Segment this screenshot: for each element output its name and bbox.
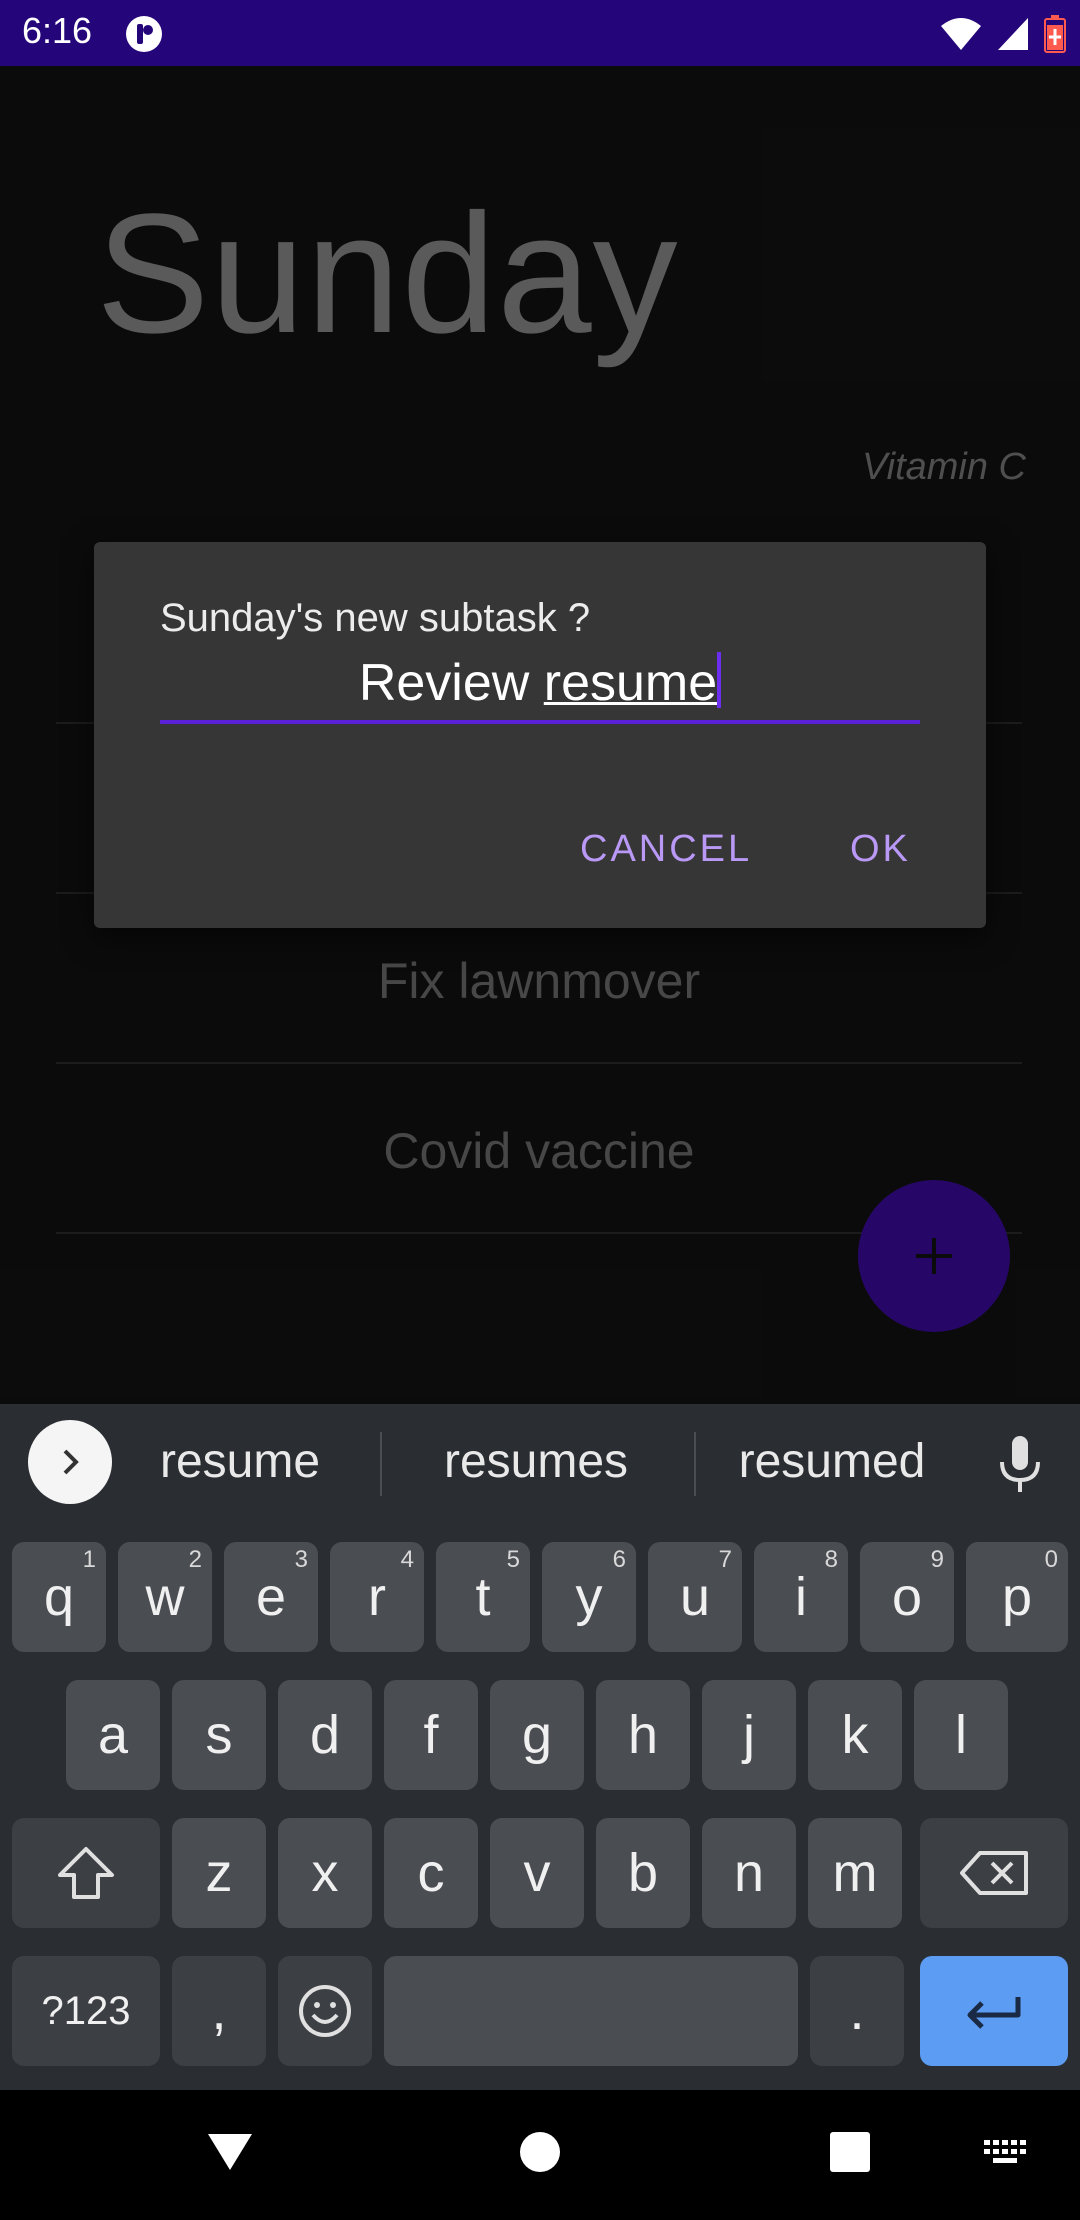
key-p[interactable]: p0 [966, 1542, 1068, 1652]
subtask-input[interactable]: Review resume [160, 652, 920, 724]
back-icon[interactable] [206, 2130, 254, 2174]
key-s[interactable]: s [172, 1680, 266, 1790]
key-e[interactable]: e3 [224, 1542, 318, 1652]
suggestion-separator [380, 1432, 382, 1496]
key-l[interactable]: l [914, 1680, 1008, 1790]
suggestion-3[interactable]: resumed [722, 1434, 942, 1489]
suggestion-2[interactable]: resumes [416, 1434, 656, 1489]
symbols-key[interactable]: ?123 [12, 1956, 160, 2066]
key-y[interactable]: y6 [542, 1542, 636, 1652]
emoji-key[interactable] [278, 1956, 372, 2066]
spacebar-key[interactable] [384, 1956, 798, 2066]
navigation-bar [0, 2090, 1080, 2220]
emoji-icon [299, 1985, 351, 2037]
key-x[interactable]: x [278, 1818, 372, 1928]
microphone-icon[interactable] [996, 1434, 1044, 1494]
notification-app-icon [126, 16, 162, 52]
key-r[interactable]: r4 [330, 1542, 424, 1652]
enter-arrow-icon [967, 1997, 1021, 2029]
key-g[interactable]: g [490, 1680, 584, 1790]
key-f[interactable]: f [384, 1680, 478, 1790]
key-n[interactable]: n [702, 1818, 796, 1928]
status-time: 6:16 [22, 10, 93, 51]
key-o[interactable]: o9 [860, 1542, 954, 1652]
chevron-right-icon [63, 1449, 79, 1475]
key-q[interactable]: q1 [12, 1542, 106, 1652]
keyboard-switch-icon[interactable] [984, 2140, 1028, 2168]
enter-key[interactable] [920, 1956, 1068, 2066]
ok-button[interactable]: OK [850, 828, 911, 871]
period-key[interactable]: . [810, 1956, 904, 2066]
soft-keyboard: resume resumes resumed q1 w2 e3 r4 t5 y6… [0, 1404, 1080, 2090]
dialog-title: Sunday's new subtask ? [160, 596, 591, 640]
key-a[interactable]: a [66, 1680, 160, 1790]
suggestion-1[interactable]: resume [140, 1434, 340, 1489]
wifi-icon [941, 18, 981, 50]
comma-key[interactable]: , [172, 1956, 266, 2066]
key-k[interactable]: k [808, 1680, 902, 1790]
cancel-button[interactable]: CANCEL [580, 828, 752, 871]
home-icon[interactable] [518, 2130, 562, 2174]
input-text-prefix: Review [358, 654, 544, 712]
status-bar: 6:16 [0, 0, 1080, 66]
key-z[interactable]: z [172, 1818, 266, 1928]
key-w[interactable]: w2 [118, 1542, 212, 1652]
signal-icon [998, 18, 1028, 50]
shift-key[interactable] [12, 1818, 160, 1928]
text-caret [717, 652, 722, 708]
backspace-icon [960, 1851, 1028, 1895]
input-text-composing: resume [543, 654, 718, 712]
backspace-key[interactable] [920, 1818, 1068, 1928]
expand-toolbar-button[interactable] [28, 1420, 112, 1504]
key-d[interactable]: d [278, 1680, 372, 1790]
battery-icon [1044, 15, 1066, 53]
key-j[interactable]: j [702, 1680, 796, 1790]
key-h[interactable]: h [596, 1680, 690, 1790]
key-b[interactable]: b [596, 1818, 690, 1928]
recents-icon[interactable] [828, 2130, 872, 2174]
key-m[interactable]: m [808, 1818, 902, 1928]
key-v[interactable]: v [490, 1818, 584, 1928]
suggestion-separator [694, 1432, 696, 1496]
key-c[interactable]: c [384, 1818, 478, 1928]
suggestion-strip: resume resumes resumed [0, 1404, 1080, 1524]
key-i[interactable]: i8 [754, 1542, 848, 1652]
key-u[interactable]: u7 [648, 1542, 742, 1652]
shift-icon [58, 1847, 114, 1899]
key-t[interactable]: t5 [436, 1542, 530, 1652]
new-subtask-dialog: Sunday's new subtask ? Review resume CAN… [94, 542, 986, 928]
